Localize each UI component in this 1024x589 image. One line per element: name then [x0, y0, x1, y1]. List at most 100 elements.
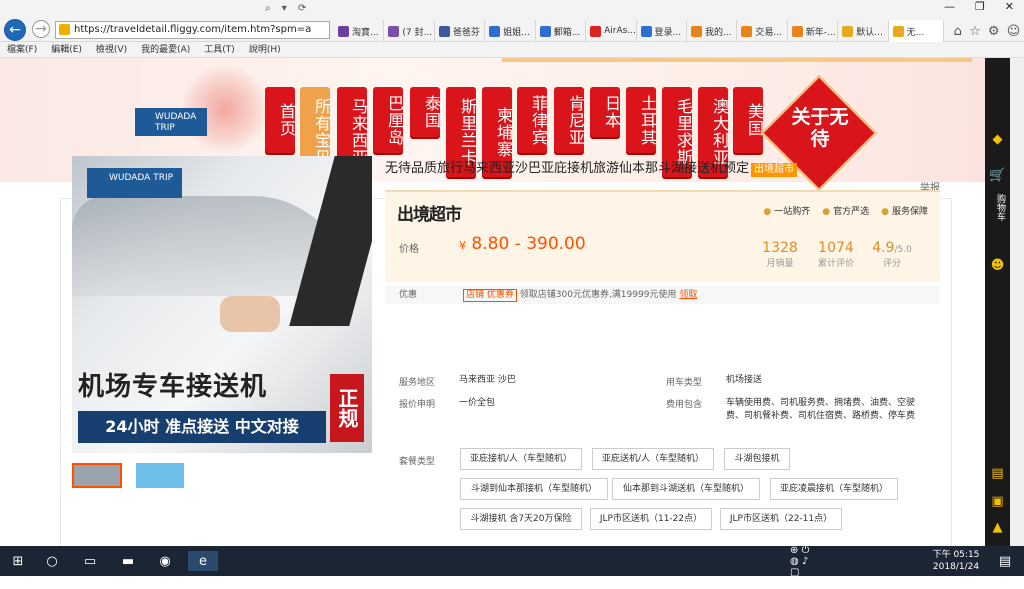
- package-option[interactable]: 亚庇凌晨接机（车型随机）: [770, 478, 898, 500]
- category-nav-item[interactable]: 肯尼亚: [554, 87, 585, 153]
- browser-tab[interactable]: 姐姐...: [485, 20, 536, 42]
- promo-tag: 店铺 优惠券: [463, 289, 517, 302]
- smiley-icon[interactable]: ☺: [1007, 24, 1021, 39]
- close-button[interactable]: ✕: [1005, 0, 1014, 20]
- fee-label: 费用包含: [666, 400, 703, 410]
- forward-button[interactable]: →: [32, 20, 50, 38]
- category-nav-item[interactable]: 土耳其: [626, 87, 657, 153]
- product-title-text: 无待品质旅行马来西亚沙巴亚庇接机旅游仙本那斗湖接送机预定: [385, 161, 750, 176]
- url-text: https://traveldetail.fliggy.com/item.htm…: [74, 24, 312, 35]
- favicon-icon: [59, 24, 70, 35]
- user-icon[interactable]: ☻: [989, 258, 1006, 275]
- warning-icon[interactable]: ▲: [989, 520, 1006, 537]
- menu-view[interactable]: 檢視(V): [89, 42, 134, 57]
- ie-icon[interactable]: e: [188, 551, 218, 571]
- rating-number: 4.9: [872, 240, 895, 256]
- menu-file[interactable]: 檔案(F): [0, 42, 44, 57]
- package-option[interactable]: 斗湖接机 含7天20万保险: [460, 508, 582, 530]
- promo-claim-link[interactable]: 领取: [679, 290, 697, 300]
- image-subtitle: 24小时 准点接送 中文对接: [78, 411, 326, 443]
- notification-icon[interactable]: ▤: [995, 551, 1015, 571]
- favorites-star-icon[interactable]: ☆: [969, 24, 981, 39]
- coupon-icon[interactable]: ◆: [989, 132, 1006, 149]
- tab-label: 姐姐...: [503, 27, 530, 38]
- restore-button[interactable]: ❐: [975, 0, 985, 20]
- product-main-image[interactable]: WUDADA TRIP 机场专车接送机 24小时 准点接送 中文对接 正规: [72, 156, 372, 453]
- menu-favorites[interactable]: 我的最愛(A): [134, 42, 197, 57]
- address-actions[interactable]: ⌕ ▾ ⟳: [265, 3, 310, 14]
- address-bar[interactable]: https://traveldetail.fliggy.com/item.htm…: [55, 21, 330, 39]
- tray-icons[interactable]: ☁ ▯ ⊕ ⏻ ◍ ♪ ▢ ⊘: [790, 534, 810, 589]
- home-icon[interactable]: ⌂: [954, 24, 962, 39]
- category-nav-item[interactable]: 日本: [590, 87, 621, 137]
- tab-label: 爸爸芬: [452, 27, 480, 38]
- tab-favicon-icon: [438, 25, 450, 37]
- browser-tab[interactable]: 交易...: [737, 20, 788, 42]
- image-title: 机场专车接送机: [78, 372, 268, 402]
- page-scrollbar[interactable]: [1010, 58, 1024, 546]
- tab-label: (7 封...: [402, 27, 433, 38]
- cart-label[interactable]: 购物车: [991, 194, 1009, 221]
- menu-tools[interactable]: 工具(T): [197, 42, 242, 57]
- file-explorer-icon[interactable]: ▬: [118, 551, 138, 571]
- tab-favicon-icon: [690, 25, 702, 37]
- tab-favicon-icon: [388, 25, 400, 37]
- tab-label: 郵箱...: [553, 27, 581, 38]
- thumbnail-1[interactable]: [72, 463, 122, 488]
- start-windows-icon[interactable]: ⊞: [8, 551, 28, 571]
- package-option[interactable]: JLP市区送机（11-22点）: [590, 508, 712, 530]
- browser-tab[interactable]: AirAs...: [586, 20, 637, 42]
- thumbnail-2[interactable]: [136, 463, 184, 488]
- fee-value: 车辆使用费、司机服务费、拥堵费、油费、空驶费、司机餐补费、司机住宿费、路桥费、停…: [726, 398, 916, 421]
- browser-tab[interactable]: 新年-...: [788, 20, 839, 42]
- stat-reviews[interactable]: 1074 累计评价: [811, 240, 861, 269]
- browser-tab[interactable]: 爸爸芬: [435, 20, 486, 42]
- price-label: 价格: [399, 244, 419, 255]
- package-option[interactable]: 斗湖包接机: [724, 448, 790, 470]
- monthly-sales-label: 月销量: [766, 259, 794, 269]
- package-option[interactable]: 亚庇接机/人（车型随机）: [460, 448, 582, 470]
- stat-monthly-sales: 1328 月销量: [755, 240, 805, 269]
- browser-tab[interactable]: 淘寶...: [334, 20, 385, 42]
- image-logo: WUDADA TRIP: [87, 168, 182, 198]
- quote-value: 一价全包: [459, 398, 496, 408]
- back-button[interactable]: ←: [4, 19, 26, 41]
- reviews-value: 1074: [818, 240, 854, 256]
- package-option[interactable]: 斗湖到仙本那接机（车型随机）: [460, 478, 608, 500]
- chrome-icon[interactable]: ◉: [155, 551, 175, 571]
- shop-logo[interactable]: WUDADA TRIP: [135, 108, 207, 136]
- minimize-button[interactable]: —: [944, 0, 955, 20]
- category-nav-item[interactable]: 泰国: [410, 87, 441, 137]
- browser-tab[interactable]: 默认...: [838, 20, 889, 42]
- settings-gear-icon[interactable]: ⚙: [988, 24, 1000, 39]
- menu-bar: 檔案(F) 編輯(E) 檢視(V) 我的最愛(A) 工具(T) 說明(H): [0, 42, 1024, 58]
- service-badges: 一站购齐 官方严选 服务保障: [763, 204, 928, 217]
- browser-tab[interactable]: 郵箱...: [536, 20, 587, 42]
- browser-tab[interactable]: 我的...: [687, 20, 738, 42]
- package-option[interactable]: JLP市区送机（22-11点）: [720, 508, 842, 530]
- category-nav-item[interactable]: 首页: [265, 87, 296, 153]
- browser-tab[interactable]: 登录...: [637, 20, 687, 42]
- browser-tab[interactable]: (7 封...: [384, 20, 435, 42]
- clock[interactable]: 下午 05:15 2018/1/24: [930, 549, 982, 573]
- menu-edit[interactable]: 編輯(E): [44, 42, 89, 57]
- about-label: 关于无待: [791, 106, 849, 150]
- cart-icon[interactable]: 🛒: [989, 168, 1006, 185]
- category-nav-item[interactable]: 巴厘岛: [373, 87, 404, 153]
- category-nav-item[interactable]: 美国: [733, 87, 764, 153]
- package-option[interactable]: 仙本那到斗湖送机（车型随机）: [612, 478, 760, 500]
- tab-label: 无...: [906, 27, 925, 38]
- menu-help[interactable]: 說明(H): [242, 42, 288, 57]
- price-range: 8.80 - 390.00: [471, 234, 586, 254]
- tab-label: AirAs...: [604, 26, 636, 36]
- package-option[interactable]: 亚庇送机/人（车型随机）: [592, 448, 714, 470]
- category-nav-item[interactable]: 菲律宾: [517, 87, 548, 153]
- browser-actions: ⌂ ☆ ⚙ ☺: [950, 20, 1024, 42]
- browser-tab[interactable]: 无...: [888, 20, 944, 42]
- task-view-icon[interactable]: ▭: [80, 551, 100, 571]
- notes-icon[interactable]: ▤: [989, 466, 1006, 483]
- product-title: 无待品质旅行马来西亚沙巴亚庇接机旅游仙本那斗湖接送机预定 出境超市: [385, 157, 798, 177]
- tab-label: 新年-...: [805, 27, 836, 38]
- search-icon[interactable]: ○: [42, 551, 62, 571]
- bus-icon[interactable]: ▣: [989, 494, 1006, 511]
